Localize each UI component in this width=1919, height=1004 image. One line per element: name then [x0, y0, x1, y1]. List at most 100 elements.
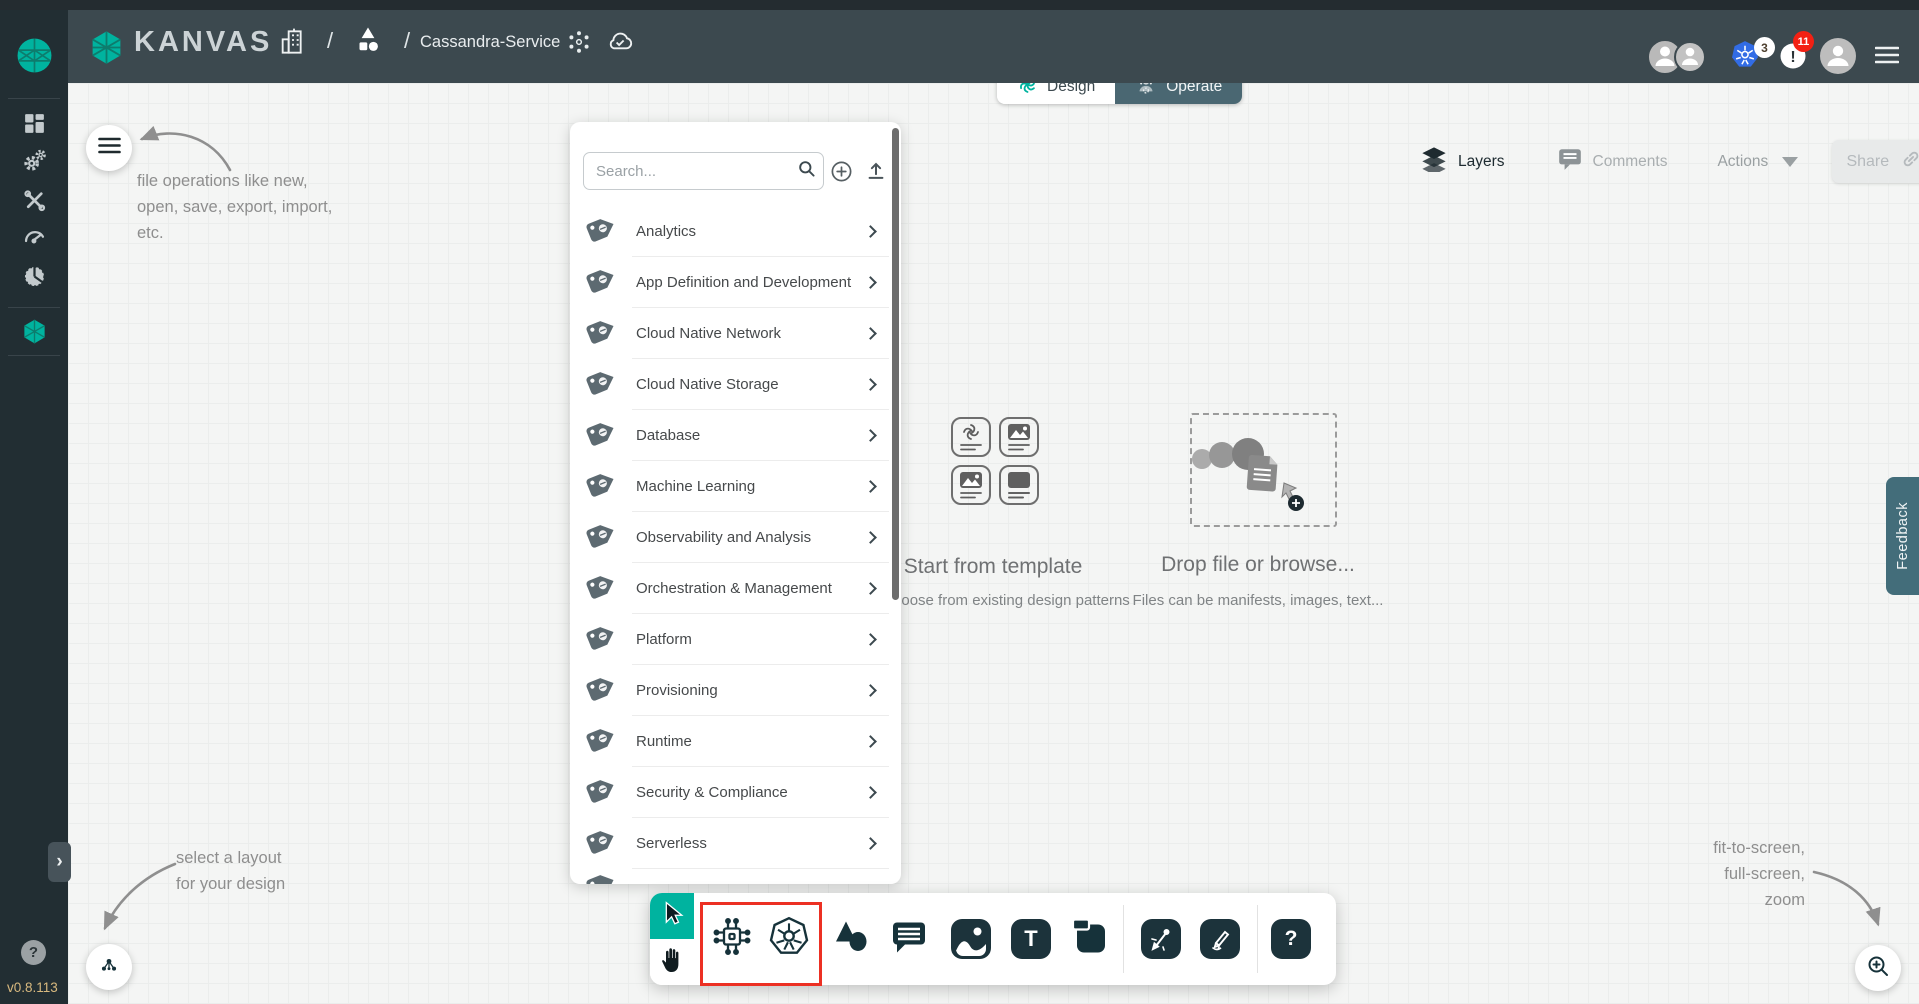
zoom-annotation: fit-to-screen, full-screen, zoom [1640, 835, 1805, 913]
category-row[interactable]: Machine Learning [570, 461, 901, 512]
category-row[interactable]: Orchestration & Management [570, 563, 901, 614]
avatar-group-icon[interactable] [1646, 38, 1718, 81]
extensions-pie-icon[interactable] [21, 263, 48, 295]
rail-divider [8, 355, 60, 356]
security-tag-icon [582, 774, 620, 811]
chevron-right-icon: › [56, 851, 62, 873]
comments-toggle[interactable]: Comments [1557, 147, 1668, 176]
design-name[interactable]: Cassandra-Service [420, 33, 560, 52]
question-icon: ? [29, 944, 38, 961]
upload-icon[interactable] [865, 159, 887, 187]
category-list: Analytics [570, 206, 901, 884]
observability-tag-icon [582, 519, 620, 556]
kanvas-app: KANVAS / / Cassandra-Service [0, 0, 1919, 1004]
help-button[interactable]: ? [21, 940, 46, 965]
workspace-shapes-icon[interactable] [351, 23, 385, 64]
actions-dropdown[interactable]: Actions [1717, 153, 1798, 171]
chevron-right-icon [864, 480, 877, 493]
chevron-right-icon [864, 582, 877, 595]
tutorial-highlight-box [700, 902, 822, 986]
file-dropzone[interactable] [1190, 413, 1337, 527]
category-row[interactable]: Database [570, 410, 901, 461]
chevron-right-icon [864, 327, 877, 340]
text-tool-glyph: T [1024, 926, 1037, 952]
cloud-native-storage-tag-icon [582, 366, 620, 403]
actions-label: Actions [1717, 153, 1768, 171]
zoom-button[interactable] [1855, 945, 1901, 991]
cloud-native-network-tag-icon [582, 315, 620, 352]
comment-tool[interactable] [889, 917, 929, 962]
category-row[interactable]: App Definition and Development [570, 257, 901, 308]
share-label: Share [1846, 153, 1889, 171]
layers-toggle[interactable]: Layers [1420, 146, 1505, 177]
feedback-tab[interactable]: Feedback [1886, 477, 1919, 595]
share-button[interactable]: Share [1832, 140, 1919, 183]
pen-tool[interactable] [1141, 919, 1181, 959]
layers-label: Layers [1458, 153, 1505, 171]
text-tool[interactable]: T [1011, 919, 1051, 959]
user-avatar-icon[interactable] [1819, 37, 1857, 80]
image-tool[interactable] [951, 919, 991, 959]
breadcrumb-separator: / [398, 28, 416, 54]
chevron-right-icon [864, 429, 877, 442]
database-tag-icon [582, 417, 620, 454]
chevron-right-icon [864, 633, 877, 646]
dropzone-title[interactable]: Drop file or browse... [1113, 553, 1403, 577]
row-divider [632, 868, 889, 869]
app-header: KANVAS / / Cassandra-Service [68, 10, 1919, 83]
comments-icon [1557, 147, 1583, 176]
kanvas-hexagon-icon[interactable] [21, 318, 48, 350]
panel-scrollbar[interactable] [892, 128, 899, 600]
template-cards[interactable] [951, 417, 1041, 512]
feedback-label: Feedback [1895, 502, 1911, 570]
layout-button[interactable] [86, 944, 132, 990]
category-row[interactable]: Provisioning [570, 665, 901, 716]
toolbox-icon[interactable] [22, 188, 47, 218]
dashboard-icon[interactable] [22, 111, 47, 141]
settings-gears-icon[interactable] [21, 147, 48, 179]
category-row[interactable]: Cloud Native Network [570, 308, 901, 359]
category-row[interactable]: Serverless [570, 818, 901, 869]
logo-sphere-icon[interactable] [16, 37, 53, 79]
category-row[interactable]: Analytics [570, 206, 901, 257]
category-row[interactable]: Security & Compliance [570, 767, 901, 818]
cloud-saved-icon [604, 27, 636, 62]
search-box[interactable] [583, 152, 824, 190]
rail-divider [8, 98, 60, 99]
chevron-right-icon [864, 378, 877, 391]
design-mesh-icon[interactable] [565, 28, 593, 61]
category-row[interactable]: Platform [570, 614, 901, 665]
shapes-tool[interactable] [832, 917, 872, 962]
version-label: v0.8.113 [7, 980, 58, 995]
help-tool[interactable]: ? [1271, 919, 1311, 959]
hand-icon [660, 946, 684, 978]
pencil-tool[interactable] [1200, 919, 1240, 959]
category-row[interactable]: Observability and Analysis [570, 512, 901, 563]
search-input[interactable] [594, 162, 797, 181]
chevron-right-icon [864, 837, 877, 850]
toolbar-divider [1123, 905, 1124, 973]
canvas-controls: Layers Comments Actions Share [1420, 140, 1919, 183]
select-tool[interactable] [650, 893, 694, 939]
add-circle-icon[interactable] [830, 160, 853, 188]
performance-gauge-icon[interactable] [21, 223, 48, 255]
layout-arrow [95, 852, 187, 940]
category-row[interactable]: Runtime [570, 716, 901, 767]
dropzone-subtitle: Files can be manifests, images, text... [1123, 592, 1393, 609]
organization-icon[interactable] [278, 25, 310, 64]
chevron-right-icon [864, 225, 877, 238]
zoom-arrow [1808, 862, 1888, 934]
pan-tool[interactable] [650, 939, 694, 985]
chevron-right-icon [864, 786, 877, 799]
category-row[interactable]: Cloud Native Storage [570, 359, 901, 410]
note-tool[interactable] [1069, 916, 1111, 963]
zoom-in-icon [1866, 954, 1890, 983]
expand-rail-button[interactable]: › [48, 842, 71, 882]
hamburger-icon [98, 137, 121, 159]
chevron-right-icon [864, 735, 877, 748]
menu-icon[interactable] [1875, 46, 1899, 69]
notification-count-badge: 11 [1793, 31, 1814, 52]
comments-label: Comments [1593, 153, 1668, 171]
search-icon [797, 159, 816, 183]
file-menu-button[interactable] [86, 125, 132, 171]
